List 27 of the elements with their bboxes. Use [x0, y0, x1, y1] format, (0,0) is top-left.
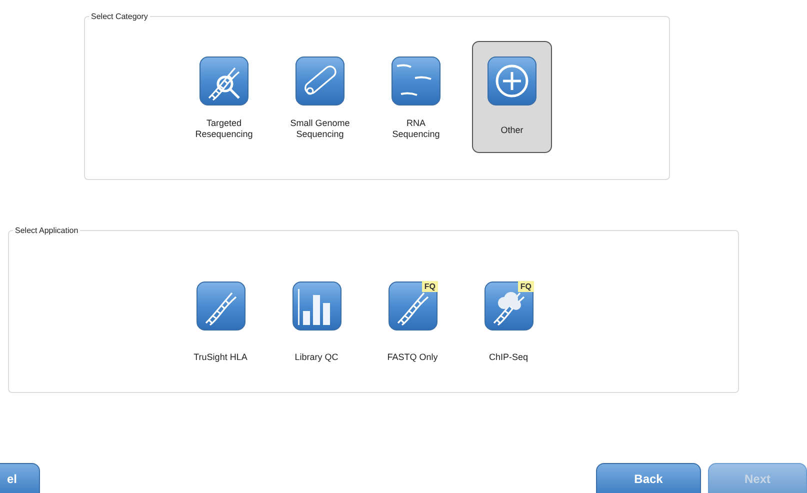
- option-tile[interactable]: Library QC: [276, 266, 356, 378]
- option-label: FASTQ Only: [387, 352, 438, 363]
- panel-legend: Select Application: [13, 226, 80, 235]
- cloud-dna-icon: [484, 281, 534, 331]
- option-tile[interactable]: RNA Sequencing: [376, 41, 456, 153]
- option-label: TruSight HLA: [194, 352, 248, 363]
- plus-icon: [487, 56, 537, 106]
- option-label: RNA Sequencing: [392, 118, 440, 140]
- fq-badge: FQ: [518, 281, 534, 292]
- fq-badge: FQ: [422, 281, 438, 292]
- panel-legend: Select Category: [89, 12, 150, 21]
- option-tile[interactable]: Other: [472, 41, 552, 153]
- dna-search-icon: [199, 56, 249, 106]
- option-label: Library QC: [294, 352, 338, 363]
- option-label: Targeted Resequencing: [195, 118, 253, 140]
- dna-icon: [388, 281, 438, 331]
- option-tile[interactable]: FQ FASTQ Only: [372, 266, 452, 378]
- option-tile[interactable]: FQ ChIP-Seq: [468, 266, 548, 378]
- tube-icon: [295, 56, 345, 106]
- option-label: ChIP-Seq: [488, 352, 528, 363]
- option-tile[interactable]: Small Genome Sequencing: [280, 41, 360, 153]
- option-label: Other: [500, 125, 524, 136]
- option-tile[interactable]: Targeted Resequencing: [184, 41, 264, 153]
- option-label: Small Genome Sequencing: [290, 118, 350, 140]
- option-tile[interactable]: TruSight HLA: [180, 266, 260, 378]
- chart-icon: [292, 281, 342, 331]
- dna-icon: [196, 281, 246, 331]
